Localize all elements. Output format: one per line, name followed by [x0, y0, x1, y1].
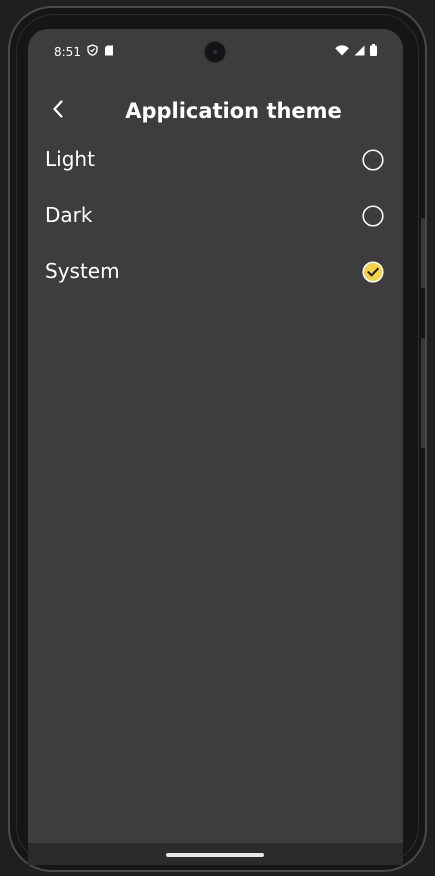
status-right: [335, 44, 377, 59]
option-label: Dark: [45, 203, 93, 227]
radio-checked-icon[interactable]: [362, 261, 384, 283]
navigation-bar: [28, 843, 403, 865]
option-label: System: [45, 259, 120, 283]
theme-option-light[interactable]: Light: [28, 137, 403, 185]
theme-option-system[interactable]: System: [28, 249, 403, 297]
power-button: [421, 338, 425, 448]
status-time: 8:51: [54, 44, 81, 59]
battery-icon: [370, 44, 377, 59]
page-title: Application theme: [125, 99, 342, 123]
home-gesture-handle[interactable]: [166, 853, 264, 857]
front-camera: [204, 41, 226, 63]
screen: 8:51 Application theme Light Dark System: [28, 29, 403, 865]
wifi-icon: [335, 44, 349, 59]
volume-button: [421, 218, 425, 288]
radio-unchecked-icon[interactable]: [362, 205, 384, 227]
radio-unchecked-icon[interactable]: [362, 149, 384, 171]
status-bar: 8:51: [28, 29, 403, 75]
sd-card-icon: [104, 45, 114, 59]
chevron-left-icon: [51, 99, 65, 123]
signal-icon: [354, 45, 365, 59]
theme-option-dark[interactable]: Dark: [28, 193, 403, 241]
option-label: Light: [45, 147, 95, 171]
shield-icon: [87, 44, 98, 59]
back-button[interactable]: [42, 95, 74, 127]
app-bar: Application theme: [28, 89, 403, 133]
status-left: 8:51: [54, 44, 114, 59]
